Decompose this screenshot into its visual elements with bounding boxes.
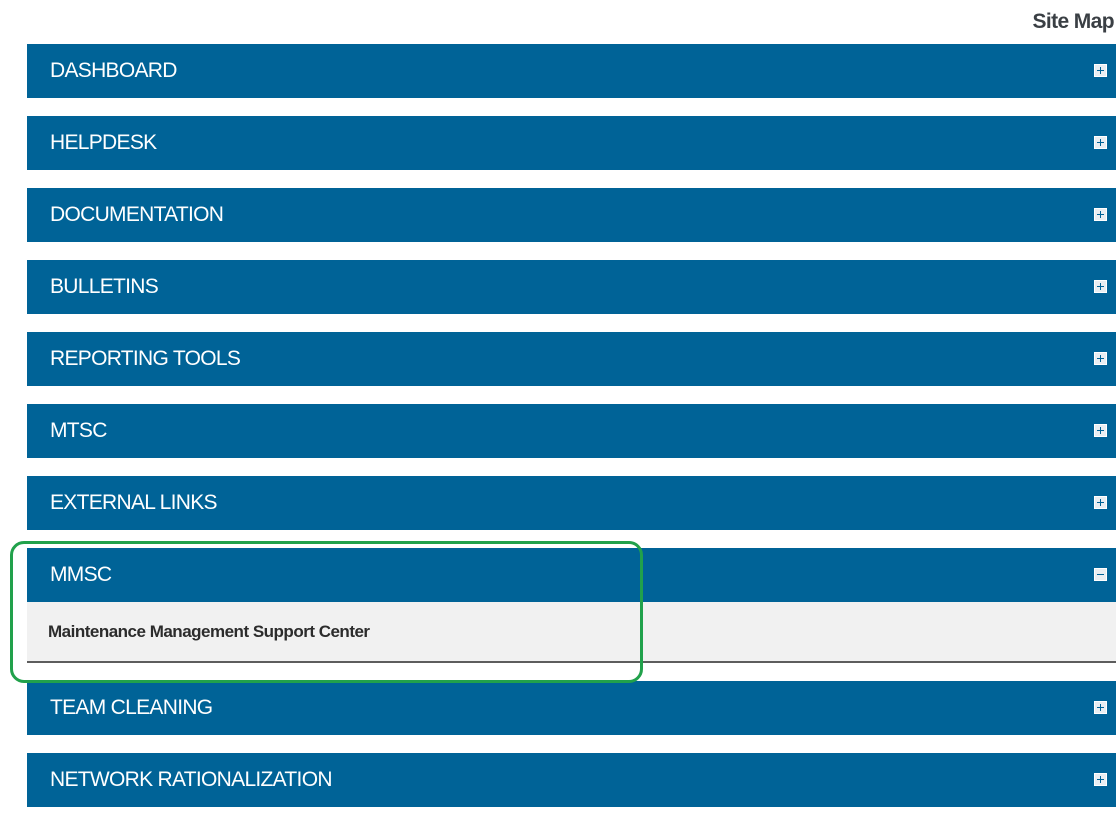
expand-plus-icon[interactable]: [1094, 701, 1107, 714]
section-label: BULLETINS: [50, 275, 159, 298]
section-header-dashboard[interactable]: DASHBOARD: [27, 44, 1116, 98]
section-header-network-rationalization[interactable]: NETWORK RATIONALIZATION: [27, 753, 1116, 807]
site-map-accordion: DASHBOARD HELPDESK DOCUMENTATION BULLETI…: [27, 44, 1116, 825]
mmsc-sub-list: Maintenance Management Support Center: [27, 602, 1116, 663]
expand-plus-icon[interactable]: [1094, 64, 1107, 77]
expand-plus-icon[interactable]: [1094, 352, 1107, 365]
expand-plus-icon[interactable]: [1094, 773, 1107, 786]
collapse-minus-icon[interactable]: [1094, 568, 1107, 581]
section-label: MMSC: [50, 563, 112, 586]
section-label: EXTERNAL LINKS: [50, 491, 218, 514]
section-header-reporting-tools[interactable]: REPORTING TOOLS: [27, 332, 1116, 386]
section-label: HELPDESK: [50, 131, 157, 154]
section-header-external-links[interactable]: EXTERNAL LINKS: [27, 476, 1116, 530]
section-label: REPORTING TOOLS: [50, 347, 241, 370]
section-header-documentation[interactable]: DOCUMENTATION: [27, 188, 1116, 242]
section-header-team-cleaning[interactable]: TEAM CLEANING: [27, 681, 1116, 735]
expand-plus-icon[interactable]: [1094, 280, 1107, 293]
expand-plus-icon[interactable]: [1094, 424, 1107, 437]
section-header-mtsc[interactable]: MTSC: [27, 404, 1116, 458]
page-title: Site Map: [1032, 10, 1114, 33]
section-label: DOCUMENTATION: [50, 203, 224, 226]
section-header-mmsc[interactable]: MMSC: [27, 548, 1116, 602]
section-header-helpdesk[interactable]: HELPDESK: [27, 116, 1116, 170]
sub-item-maintenance-management-support-center[interactable]: Maintenance Management Support Center: [27, 602, 1116, 661]
section-label: TEAM CLEANING: [50, 696, 213, 719]
expand-plus-icon[interactable]: [1094, 496, 1107, 509]
section-header-bulletins[interactable]: BULLETINS: [27, 260, 1116, 314]
expand-plus-icon[interactable]: [1094, 136, 1107, 149]
section-label: NETWORK RATIONALIZATION: [50, 768, 332, 791]
section-label: MTSC: [50, 419, 107, 442]
section-label: DASHBOARD: [50, 59, 177, 82]
expand-plus-icon[interactable]: [1094, 208, 1107, 221]
